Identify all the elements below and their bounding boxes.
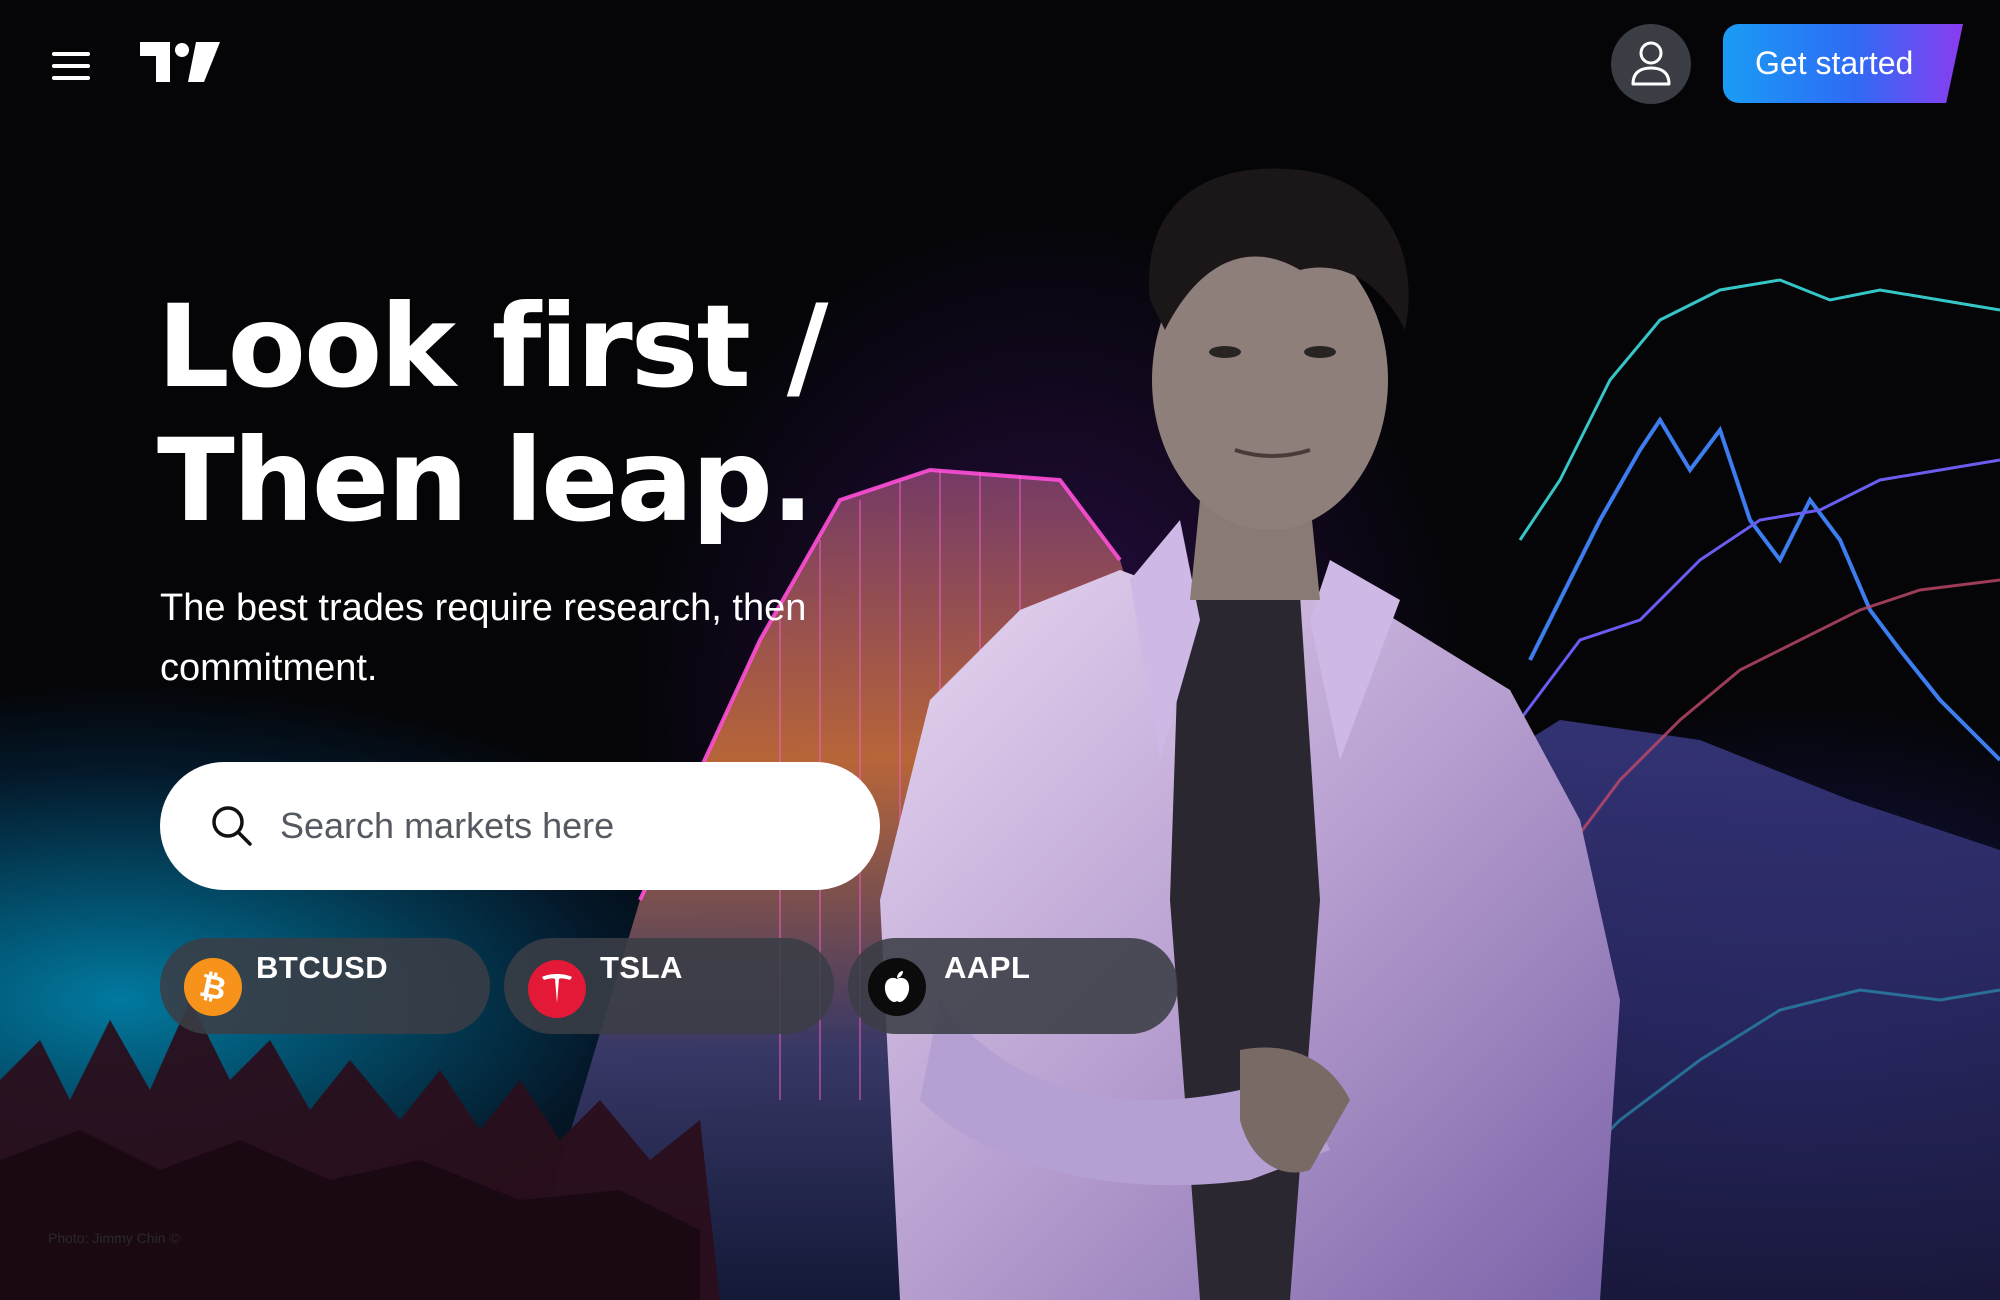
ticker-chip-aapl[interactable]: AAPL (848, 938, 1178, 1034)
chart-line-cyan (1518, 278, 2000, 541)
menu-line (52, 76, 90, 80)
bitcoin-icon: ₿ (184, 958, 242, 1016)
ticker-symbol: BTCUSD (256, 950, 389, 985)
person-figure (880, 168, 1620, 1300)
ticker-chip-btcusd[interactable]: ₿ BTCUSD (160, 938, 490, 1034)
user-account-button[interactable] (1611, 24, 1691, 104)
apple-icon (868, 958, 926, 1016)
hero-subtitle: The best trades require research, then c… (160, 587, 807, 689)
ticker-symbol: AAPL (944, 950, 1031, 985)
search-input[interactable] (278, 804, 880, 848)
headline-line-1: Look first / (157, 280, 828, 413)
photo-credit: Photo: Jimmy Chin © (48, 1230, 180, 1246)
menu-line (52, 64, 90, 68)
ticker-chip-tsla[interactable]: TSLA (504, 938, 834, 1034)
get-started-button[interactable]: Get started (1723, 24, 1963, 103)
landing-page: Get started Look first / Then leap. The … (0, 0, 2000, 1300)
menu-line (52, 52, 90, 56)
headline-line-2: Then leap. (157, 414, 814, 547)
hero-headline: Look first / Then leap. (157, 280, 828, 548)
ticker-symbol: TSLA (600, 950, 683, 985)
search-icon (212, 806, 252, 846)
svg-text:₿: ₿ (196, 967, 229, 1007)
hamburger-menu-button[interactable] (46, 46, 98, 86)
market-search-bar[interactable] (160, 762, 880, 890)
user-icon (1631, 41, 1671, 86)
tesla-icon (528, 960, 586, 1018)
tradingview-logo-icon[interactable] (140, 40, 220, 84)
